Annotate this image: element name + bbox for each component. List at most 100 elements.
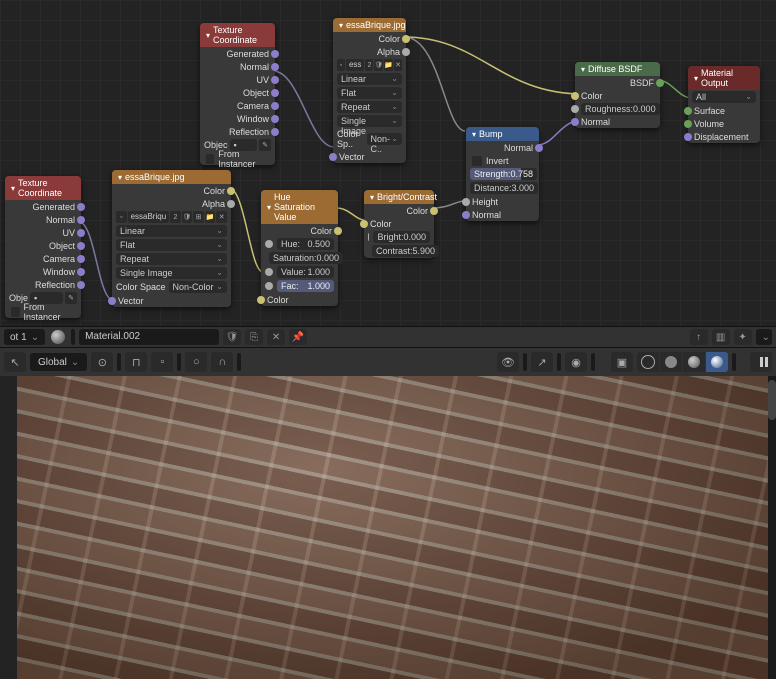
snap-magnet-icon[interactable]: ⊓ <box>125 352 147 372</box>
socket-window[interactable]: Window <box>5 265 81 278</box>
node-header[interactable]: Material Output <box>688 66 760 90</box>
socket-camera[interactable]: Camera <box>5 252 81 265</box>
node-header[interactable]: Hue Saturation Value <box>261 190 338 224</box>
value-slider[interactable]: Value:1.000 <box>277 266 334 278</box>
xray-icon[interactable]: ▣ <box>611 352 633 372</box>
socket-color-in[interactable]: Color <box>261 293 338 306</box>
socket-normal-out[interactable]: Normal <box>466 141 539 154</box>
node-hue-saturation-value[interactable]: Hue Saturation Value Color Hue:0.500 Sat… <box>261 190 338 306</box>
node-header[interactable]: Diffuse BSDF <box>575 62 660 76</box>
image-name[interactable]: ess <box>346 59 364 71</box>
interpolation-dropdown[interactable]: Linear <box>116 225 227 237</box>
socket-color[interactable]: Color <box>575 89 660 102</box>
interpolation-dropdown[interactable]: Linear <box>337 73 402 85</box>
new-material-icon[interactable]: ⎘ <box>245 329 263 345</box>
invert-row[interactable]: Invert <box>466 154 539 167</box>
node-header[interactable]: Bump <box>466 127 539 141</box>
falloff-icon[interactable]: ∩ <box>211 352 233 372</box>
cursor-icon[interactable]: ↖ <box>4 352 26 372</box>
node-header[interactable]: Texture Coordinate <box>200 23 275 47</box>
unlink-icon[interactable]: ✕ <box>216 211 227 223</box>
saturation-slider[interactable]: Saturation:0.000 <box>269 252 343 264</box>
node-bump[interactable]: Bump Normal Invert Strength:0.758 Distan… <box>466 127 539 221</box>
socket-displacement[interactable]: Displacement <box>688 130 760 143</box>
socket-alpha[interactable]: Alpha <box>333 45 406 58</box>
node-material-output[interactable]: Material Output All Surface Volume Displ… <box>688 66 760 143</box>
material-list-dropdown[interactable] <box>71 329 75 345</box>
viewport-3d[interactable] <box>17 376 776 679</box>
socket-bsdf[interactable]: BSDF <box>575 76 660 89</box>
socket-alpha[interactable]: Alpha <box>112 197 231 210</box>
node-editor[interactable]: Texture Coordinate Generated Normal UV O… <box>0 0 776 326</box>
from-instancer-row[interactable]: From Instancer <box>200 152 275 165</box>
panel-icon[interactable]: ▥ <box>712 329 730 345</box>
socket-camera[interactable]: Camera <box>200 99 275 112</box>
node-texture-coordinate-2[interactable]: Texture Coordinate Generated Normal UV O… <box>5 176 81 318</box>
contrast-slider[interactable]: Contrast:5.900 <box>372 245 439 257</box>
wireframe-shading[interactable] <box>637 352 659 372</box>
target-dropdown[interactable]: All <box>692 91 756 103</box>
socket-reflection[interactable]: Reflection <box>200 125 275 138</box>
socket-vector[interactable]: Vector <box>333 150 406 163</box>
checkbox[interactable] <box>206 154 214 164</box>
socket-color[interactable]: Color <box>261 224 338 237</box>
visibility-dropdown[interactable] <box>523 353 527 371</box>
open-icon[interactable]: 📁 <box>205 211 216 223</box>
overlays-dropdown[interactable] <box>591 353 595 371</box>
slot-dropdown[interactable]: ot 1 <box>4 329 45 345</box>
scrollbar-handle[interactable] <box>768 380 776 420</box>
pivot-icon[interactable]: ⊙ <box>91 352 113 372</box>
socket-generated[interactable]: Generated <box>200 47 275 60</box>
strength-slider[interactable]: Strength:0.758 <box>470 168 537 180</box>
distance-field[interactable]: Distance:3.000 <box>470 182 538 194</box>
rendered-shading[interactable] <box>706 352 728 372</box>
fake-user-icon[interactable]: 🛡 <box>374 59 383 71</box>
snap-target-icon[interactable]: ▫ <box>151 352 173 372</box>
socket-roughness[interactable]: Roughness:0.000 <box>575 102 660 115</box>
colorspace-dropdown[interactable]: Non-C.. <box>367 133 403 145</box>
source-dropdown[interactable]: Single Image <box>116 267 227 279</box>
image-datablock-row[interactable]: ▫ essaBriqu 2 🛡 ⊞ 📁 ✕ <box>112 210 231 224</box>
socket-normal-in[interactable]: Normal <box>466 208 539 221</box>
proportional-icon[interactable]: ○ <box>185 352 207 372</box>
orientation-dropdown[interactable]: Global⌄ <box>30 353 87 371</box>
scrollbar[interactable] <box>768 376 776 679</box>
socket-volume[interactable]: Volume <box>688 117 760 130</box>
socket-surface[interactable]: Surface <box>688 104 760 117</box>
unlink-icon[interactable]: ✕ <box>394 59 402 71</box>
checkbox[interactable] <box>11 307 20 317</box>
shield-icon[interactable]: 🛡 <box>223 329 241 345</box>
unlink-icon[interactable]: ✕ <box>267 329 285 345</box>
bright-slider[interactable]: Bright:0.000 <box>373 231 430 243</box>
socket-color-in[interactable]: Color <box>364 217 434 230</box>
projection-dropdown[interactable]: Flat <box>116 239 227 251</box>
extension-dropdown[interactable]: Repeat <box>337 101 402 113</box>
socket-vector[interactable]: Vector <box>112 294 231 307</box>
node-header[interactable]: Texture Coordinate <box>5 176 81 200</box>
pause-render-icon[interactable] <box>750 352 772 372</box>
image-datablock-row[interactable]: ▫ ess 2 🛡 📁 ✕ <box>333 58 406 72</box>
fac-slider[interactable]: Fac:1.000 <box>277 280 334 292</box>
node-diffuse-bsdf[interactable]: Diffuse BSDF BSDF Color Roughness:0.000 … <box>575 62 660 128</box>
fake-user-icon[interactable]: 🛡 <box>182 211 193 223</box>
socket-reflection[interactable]: Reflection <box>5 278 81 291</box>
hue-slider[interactable]: Hue:0.500 <box>277 238 334 250</box>
material-preview-icon[interactable] <box>49 329 67 345</box>
gizmo-dropdown[interactable] <box>557 353 561 371</box>
pin-icon[interactable]: 📌 <box>289 329 307 345</box>
source-dropdown[interactable]: Single Image <box>337 115 402 127</box>
socket-color[interactable]: Color <box>364 204 434 217</box>
socket-window[interactable]: Window <box>200 112 275 125</box>
user-count[interactable]: 2 <box>170 211 181 223</box>
solid-shading[interactable] <box>660 352 682 372</box>
socket-height[interactable]: Height <box>466 195 539 208</box>
visibility-eye-icon[interactable]: 👁 <box>497 352 519 372</box>
socket-color[interactable]: Color <box>112 184 231 197</box>
image-icon[interactable]: ▫ <box>116 211 127 223</box>
socket-color[interactable]: Color <box>333 32 406 45</box>
colorspace-dropdown[interactable]: Non-Color <box>169 281 228 293</box>
socket-uv[interactable]: UV <box>5 226 81 239</box>
gizmo-icon[interactable]: ↗ <box>531 352 553 372</box>
node-header[interactable]: Bright/Contrast <box>364 190 434 204</box>
image-icon[interactable]: ▫ <box>337 59 345 71</box>
